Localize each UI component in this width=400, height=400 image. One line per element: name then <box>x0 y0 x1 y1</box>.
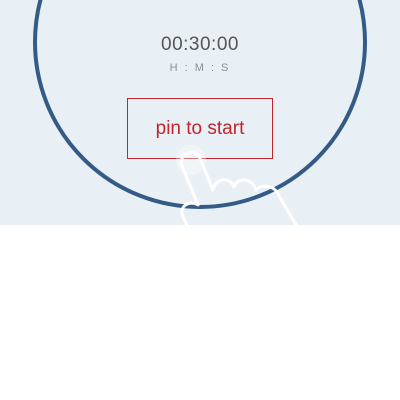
start-button[interactable]: pin to start <box>127 98 273 159</box>
timer-panel: 00:30:00 H : M : S pin to start <box>0 0 400 225</box>
timer-display: 00:30:00 <box>161 34 239 55</box>
timer-units-label: H : M : S <box>169 62 231 74</box>
timer-screen: 00:30:00 H : M : S pin to start <box>0 0 400 400</box>
